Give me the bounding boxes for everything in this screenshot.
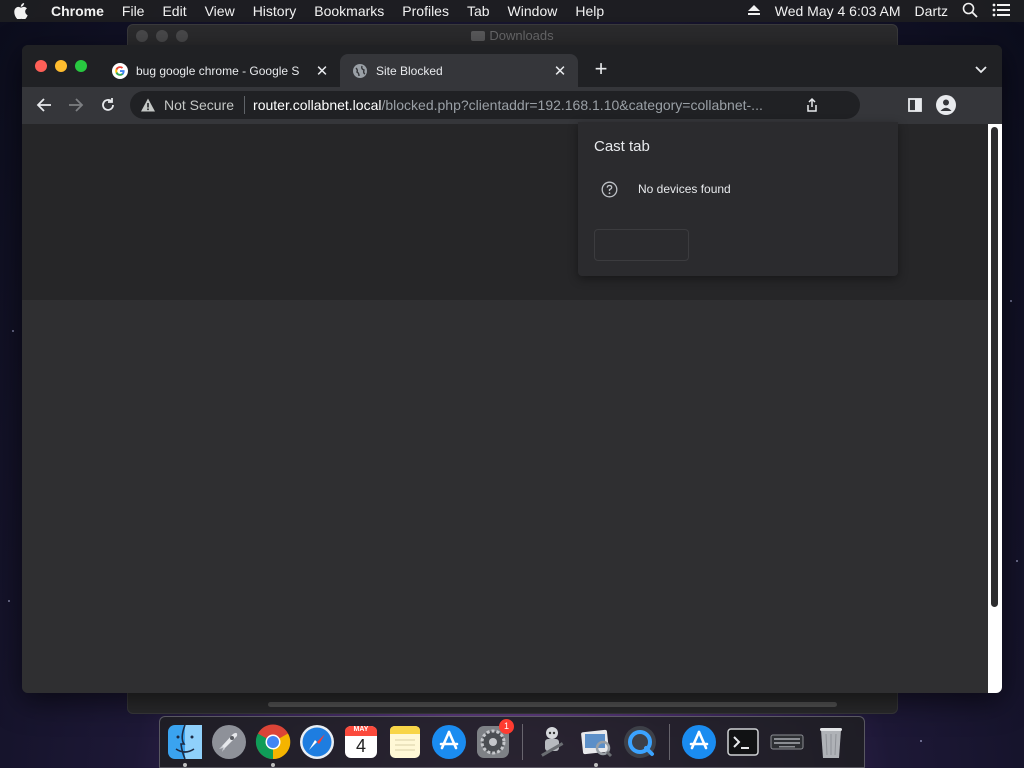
menu-help[interactable]: Help xyxy=(566,0,613,22)
calendar-icon[interactable]: MAY 4 xyxy=(342,723,380,761)
tab-title: Site Blocked xyxy=(376,63,443,78)
side-panel-icon[interactable] xyxy=(906,96,924,114)
running-indicator xyxy=(271,763,275,767)
minimize-window-button[interactable] xyxy=(55,60,67,72)
url-host: router.collabnet.local xyxy=(253,97,382,113)
share-icon[interactable] xyxy=(804,97,820,113)
menu-profiles[interactable]: Profiles xyxy=(393,0,458,22)
back-arrow-icon[interactable] xyxy=(34,95,54,115)
star xyxy=(1016,560,1018,562)
chrome-toolbar: Not Secure router.collabnet.local /block… xyxy=(22,87,1002,124)
notification-center-icon[interactable] xyxy=(992,3,1010,20)
help-circle-icon[interactable] xyxy=(601,181,618,198)
dock-divider xyxy=(669,724,670,760)
safari-icon[interactable] xyxy=(298,723,336,761)
menubar-user[interactable]: Dartz xyxy=(915,3,948,19)
app-store-icon[interactable] xyxy=(430,723,468,761)
running-indicator xyxy=(594,763,598,767)
globe-icon xyxy=(352,63,368,79)
cast-dialog-title: Cast tab xyxy=(594,138,650,155)
cast-sources-button[interactable] xyxy=(594,229,689,261)
notification-badge: 1 xyxy=(499,719,514,734)
fullscreen-window-button[interactable] xyxy=(75,60,87,72)
dock: MAY 4 1 xyxy=(159,716,865,768)
menu-file[interactable]: File xyxy=(113,0,154,22)
google-icon xyxy=(112,62,128,79)
folder-icon xyxy=(471,31,486,41)
menu-bookmarks[interactable]: Bookmarks xyxy=(305,0,393,22)
star xyxy=(8,600,10,602)
page-scrollbar-thumb[interactable] xyxy=(991,127,998,607)
address-bar[interactable]: Not Secure router.collabnet.local /block… xyxy=(130,91,860,119)
warning-triangle-icon[interactable] xyxy=(140,97,156,113)
downloads-titlebar: Downloads xyxy=(128,25,897,47)
profile-avatar-icon[interactable] xyxy=(936,95,956,115)
running-indicator xyxy=(183,763,187,767)
menu-bar: Chrome File Edit View History Bookmarks … xyxy=(0,0,1024,22)
new-tab-plus-icon[interactable]: + xyxy=(592,58,610,80)
dock-divider xyxy=(522,724,523,760)
eject-icon[interactable] xyxy=(747,3,761,19)
trash-icon[interactable] xyxy=(812,723,850,761)
downloads-scrollbar[interactable] xyxy=(268,702,837,707)
close-window-button[interactable] xyxy=(35,60,47,72)
downloads-title: Downloads xyxy=(128,28,897,43)
not-secure-label[interactable]: Not Secure xyxy=(164,97,234,113)
launchpad-icon[interactable] xyxy=(210,723,248,761)
menu-window[interactable]: Window xyxy=(499,0,567,22)
star xyxy=(12,330,14,332)
star xyxy=(920,740,922,742)
star xyxy=(1010,300,1012,302)
cast-dialog: Cast tab No devices found xyxy=(578,122,898,276)
app-store-icon[interactable] xyxy=(680,723,718,761)
tab-google-search[interactable]: bug google chrome - Google S ✕ xyxy=(100,54,340,87)
chrome-icon[interactable] xyxy=(254,723,292,767)
calendar-month-label: MAY xyxy=(353,726,369,733)
terminal-icon[interactable] xyxy=(724,723,762,761)
quicktime-icon[interactable] xyxy=(621,723,659,761)
menu-app-name[interactable]: Chrome xyxy=(42,0,113,22)
calendar-day-label: 4 xyxy=(355,736,366,756)
tab-site-blocked[interactable]: Site Blocked ✕ xyxy=(340,54,578,87)
apple-menu-icon[interactable] xyxy=(14,3,42,19)
tab-strip: bug google chrome - Google S ✕ Site Bloc… xyxy=(22,45,1002,87)
automator-icon[interactable] xyxy=(533,723,571,761)
menu-history[interactable]: History xyxy=(244,0,306,22)
preview-icon[interactable] xyxy=(577,723,615,767)
reload-icon[interactable] xyxy=(98,95,118,115)
tab-title: bug google chrome - Google S xyxy=(136,63,300,78)
system-preferences-icon[interactable]: 1 xyxy=(474,719,514,761)
tab-close-icon[interactable]: ✕ xyxy=(314,63,330,80)
notes-icon[interactable] xyxy=(386,723,424,761)
menu-tab[interactable]: Tab xyxy=(458,0,499,22)
no-devices-message: No devices found xyxy=(638,182,731,196)
menubar-clock[interactable]: Wed May 4 6:03 AM xyxy=(775,3,901,19)
omnibox-divider xyxy=(244,96,246,114)
keyboard-icon[interactable] xyxy=(768,723,806,761)
finder-icon[interactable] xyxy=(166,723,204,767)
url-path: /blocked.php?clientaddr=192.168.1.10&cat… xyxy=(381,97,763,113)
spotlight-search-icon[interactable] xyxy=(962,2,978,21)
tab-close-icon[interactable]: ✕ xyxy=(552,63,568,80)
menu-edit[interactable]: Edit xyxy=(153,0,195,22)
forward-arrow-icon[interactable] xyxy=(66,95,86,115)
menu-view[interactable]: View xyxy=(196,0,244,22)
tab-search-chevron-down-icon[interactable] xyxy=(974,62,988,74)
